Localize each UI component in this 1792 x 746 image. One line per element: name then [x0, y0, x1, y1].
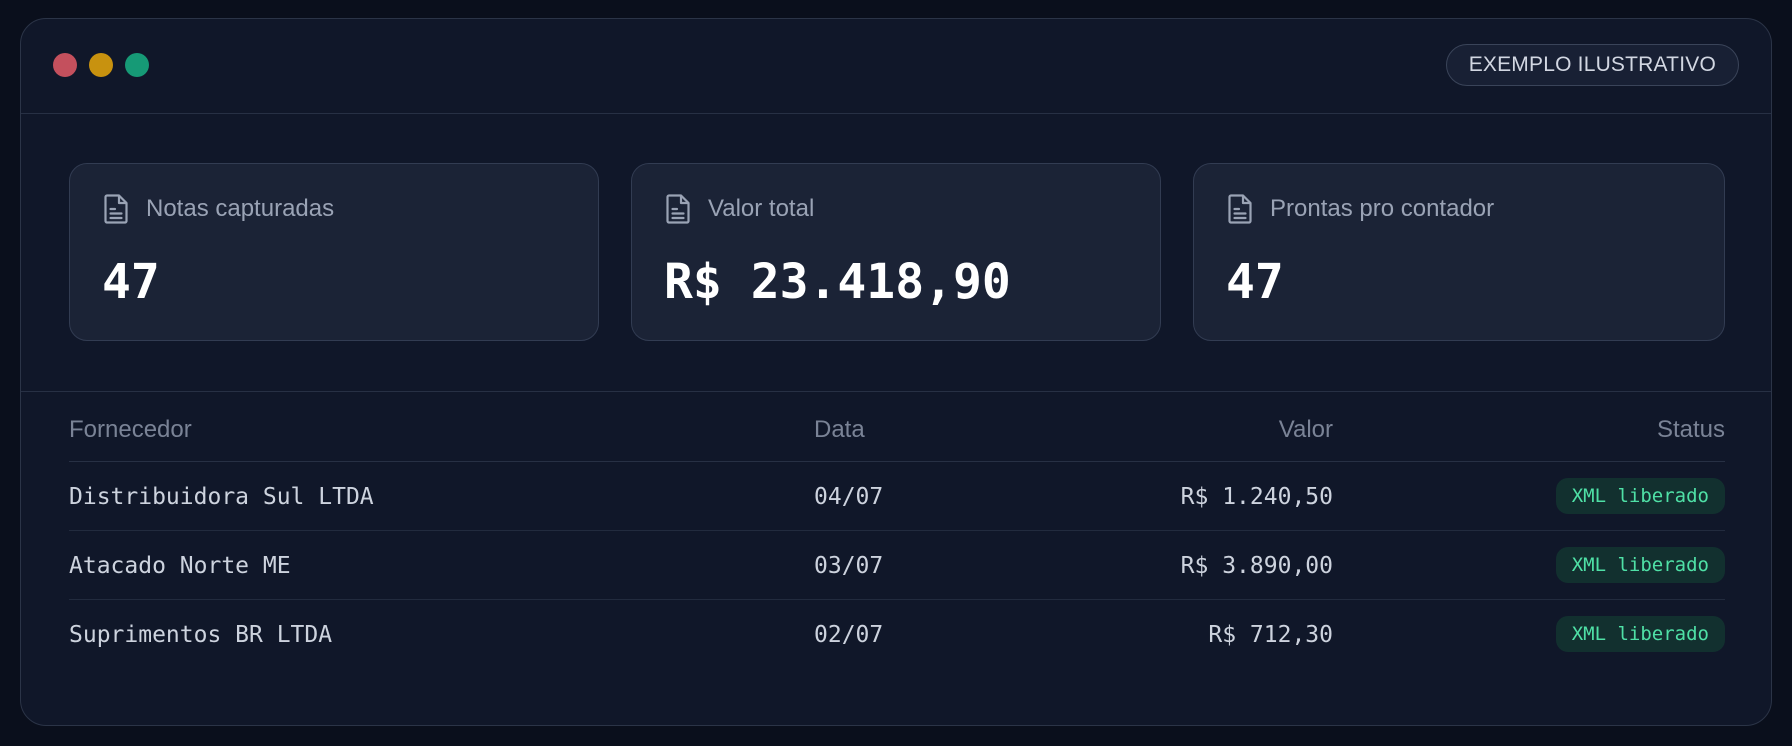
table-row[interactable]: Suprimentos BR LTDA 02/07 R$ 712,30 XML … [69, 600, 1725, 669]
stat-label: Valor total [708, 195, 815, 222]
stat-card-prontas-pro-contador: Prontas pro contador 47 [1193, 163, 1725, 341]
date-cell: 04/07 [814, 484, 884, 510]
status-badge: XML liberado [1555, 547, 1725, 583]
supplier-cell: Atacado Norte ME [69, 553, 291, 579]
minimize-window-button[interactable] [89, 53, 113, 77]
close-window-button[interactable] [53, 53, 77, 77]
stat-value: 47 [102, 254, 160, 310]
date-cell: 03/07 [814, 553, 884, 579]
stat-value: R$ 23.418,90 [664, 254, 1011, 310]
document-icon [666, 194, 690, 224]
table-header: Fornecedor Data Valor Status [69, 392, 1725, 462]
stats-section: Notas capturadas 47 Valor total R$ 23.41… [21, 114, 1771, 392]
table-row[interactable]: Atacado Norte ME 03/07 R$ 3.890,00 XML l… [69, 531, 1725, 600]
supplier-cell: Distribuidora Sul LTDA [69, 484, 374, 510]
app-window: EXEMPLO ILUSTRATIVO Notas capturadas 47 [20, 18, 1772, 726]
column-header-status[interactable]: Status [1657, 416, 1725, 444]
table-row[interactable]: Distribuidora Sul LTDA 04/07 R$ 1.240,50… [69, 462, 1725, 531]
value-cell: R$ 3.890,00 [1180, 553, 1333, 579]
illustrative-example-badge: EXEMPLO ILUSTRATIVO [1445, 44, 1739, 86]
value-cell: R$ 712,30 [1208, 622, 1333, 648]
column-header-valor[interactable]: Valor [1279, 416, 1333, 444]
value-cell: R$ 1.240,50 [1180, 484, 1333, 510]
stat-label: Notas capturadas [146, 195, 335, 222]
column-header-data[interactable]: Data [814, 416, 865, 444]
stat-label: Prontas pro contador [1270, 195, 1495, 222]
zoom-window-button[interactable] [125, 53, 149, 77]
status-badge: XML liberado [1555, 478, 1725, 514]
date-cell: 02/07 [814, 622, 884, 648]
title-bar: EXEMPLO ILUSTRATIVO [21, 19, 1771, 114]
document-icon [1228, 194, 1252, 224]
column-header-fornecedor[interactable]: Fornecedor [69, 416, 192, 444]
document-icon [104, 194, 128, 224]
stat-card-valor-total: Valor total R$ 23.418,90 [631, 163, 1161, 341]
status-badge: XML liberado [1555, 616, 1725, 652]
supplier-cell: Suprimentos BR LTDA [69, 622, 333, 648]
invoices-table: Fornecedor Data Valor Status Distribuido… [69, 392, 1725, 669]
stat-value: 47 [1226, 254, 1284, 310]
stat-card-notas-capturadas: Notas capturadas 47 [69, 163, 599, 341]
